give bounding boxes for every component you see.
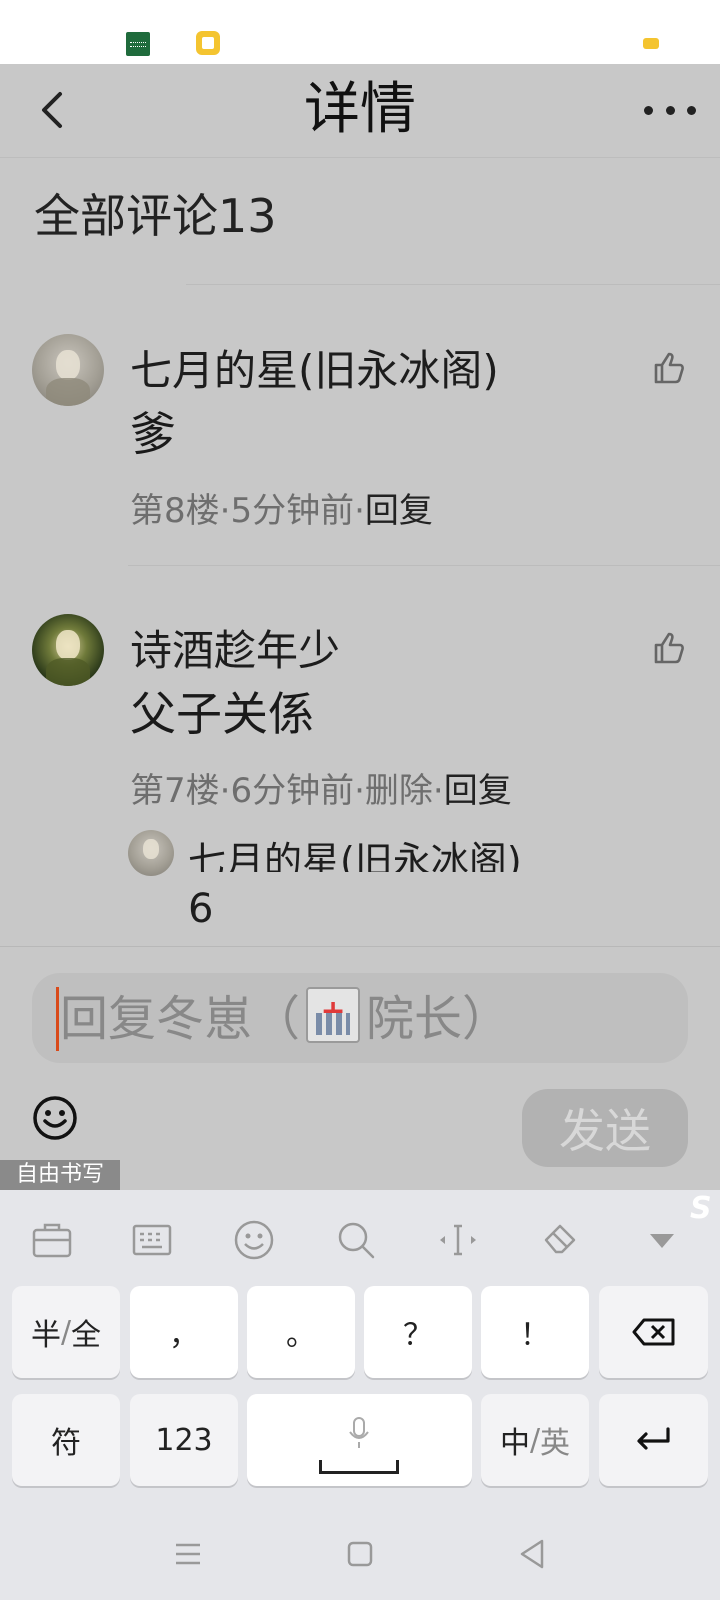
battery-icon (643, 38, 659, 49)
text-caret (56, 987, 59, 1051)
more-dot-icon (665, 105, 675, 115)
emoji-icon (234, 1220, 274, 1260)
more-dot-icon (644, 105, 653, 115)
reply-placeholder: 回复冬崽（ 院长） (60, 981, 511, 1050)
symbol-key[interactable]: 符 (12, 1394, 120, 1486)
collapse-keyboard-button[interactable] (640, 1218, 684, 1262)
search-button[interactable] (334, 1218, 378, 1262)
search-icon (338, 1222, 375, 1259)
reply-composer: 回复冬崽（ 院长） 发送 (0, 946, 720, 1190)
keyboard-icon (132, 1224, 172, 1256)
divider (128, 565, 720, 566)
delete-link[interactable]: 删除 (365, 771, 433, 811)
clear-icon (544, 1224, 576, 1254)
all-comments-header: 全部评论13 (34, 189, 277, 243)
floor-label: 第7楼 (130, 771, 220, 811)
enter-key[interactable] (599, 1394, 708, 1486)
backspace-key[interactable] (599, 1286, 708, 1378)
separator: · (432, 771, 444, 811)
avatar[interactable] (32, 614, 104, 686)
emoji-panel-button[interactable] (232, 1218, 276, 1262)
comment-meta: 第7楼·6分钟前·删除·回复 (130, 770, 512, 812)
recent-apps-button[interactable] (168, 1534, 208, 1574)
comma-key[interactable]: ， (130, 1286, 238, 1378)
page-title: 详情 (304, 77, 416, 142)
placeholder-text: 院长） (366, 991, 511, 1047)
toolbox-button[interactable] (30, 1218, 74, 1262)
space-key[interactable] (247, 1394, 472, 1486)
comment-text: 父子关係 (130, 687, 314, 741)
emoji-button[interactable] (32, 1095, 78, 1141)
ime-logo-icon: S (690, 1191, 712, 1226)
menu-icon (176, 1543, 200, 1565)
separator: · (354, 491, 365, 531)
free-handwriting-label[interactable]: 自由书写 (0, 1160, 120, 1190)
cursor-move-button[interactable] (436, 1218, 480, 1262)
like-button[interactable] (652, 350, 692, 390)
period-key[interactable]: 。 (247, 1286, 355, 1378)
divider (186, 284, 720, 285)
key-label: 全 (71, 1318, 102, 1353)
reply-link[interactable]: 回复 (365, 491, 433, 531)
comment-time: 5分钟前 (230, 491, 355, 531)
key-label: / (529, 1422, 541, 1458)
system-back-button[interactable] (512, 1534, 552, 1574)
key-label: 中 (499, 1426, 530, 1461)
floor-label: 第8楼 (130, 491, 220, 531)
key-label: 半 (30, 1318, 61, 1353)
more-options-button[interactable] (644, 94, 696, 126)
avatar[interactable] (128, 830, 174, 876)
reader-notification-icon (196, 31, 220, 55)
reply-input[interactable]: 回复冬崽（ 院长） (32, 973, 688, 1063)
collapse-icon (650, 1234, 674, 1248)
backspace-icon (632, 1318, 674, 1346)
exclamation-key[interactable]: ！ (481, 1286, 589, 1378)
comment-meta: 第8楼·5分钟前·回复 (130, 490, 433, 532)
placeholder-text: 回复冬崽（ (60, 991, 301, 1047)
system-navigation-bar (0, 1510, 720, 1600)
keyboard-toolbar: S (0, 1190, 720, 1286)
comment-text: 爹 (130, 407, 176, 461)
key-label: 英 (540, 1426, 571, 1461)
back-triangle-icon (520, 1539, 544, 1569)
question-key[interactable]: ？ (364, 1286, 472, 1378)
reply-link[interactable]: 回复 (444, 771, 512, 811)
hospital-emoji-icon (306, 981, 361, 1043)
smiley-icon (33, 1096, 77, 1140)
cursor-icon (440, 1224, 476, 1256)
sub-reply-author[interactable]: 七月的星(旧永冰阁) (188, 838, 522, 872)
sub-reply[interactable]: 七月的星(旧永冰阁) 6 (128, 830, 688, 950)
sub-reply-text: 6 (188, 886, 214, 932)
send-button[interactable]: 发送 (522, 1089, 688, 1167)
comment-author[interactable]: 诗酒趁年少 (130, 626, 340, 676)
comment-time: 6分钟前 (230, 771, 355, 811)
separator: · (354, 771, 365, 811)
avatar[interactable] (32, 334, 104, 406)
thumbs-up-icon (654, 352, 684, 384)
number-key[interactable]: 123 (130, 1394, 238, 1486)
separator: · (219, 771, 231, 811)
app-notification-icon (126, 32, 150, 56)
like-button[interactable] (652, 630, 692, 670)
separator: · (219, 491, 231, 531)
enter-icon (636, 1427, 670, 1450)
thumbs-up-icon (654, 632, 684, 664)
home-button[interactable] (340, 1534, 380, 1574)
keyboard-switch-button[interactable] (130, 1218, 174, 1262)
more-dot-icon (687, 105, 696, 115)
space-bar-icon (319, 1460, 399, 1474)
home-icon (347, 1541, 373, 1567)
key-label: / (60, 1314, 72, 1350)
toolbox-icon (32, 1223, 72, 1258)
language-switch-key[interactable]: 中 / 英 (481, 1394, 589, 1486)
status-bar (0, 0, 720, 64)
top-nav-bar: 详情 (0, 64, 720, 158)
microphone-icon (349, 1417, 369, 1448)
clear-button[interactable] (538, 1218, 582, 1262)
comment-author[interactable]: 七月的星(旧永冰阁) (130, 346, 499, 396)
half-full-width-key[interactable]: 半 / 全 (12, 1286, 120, 1378)
